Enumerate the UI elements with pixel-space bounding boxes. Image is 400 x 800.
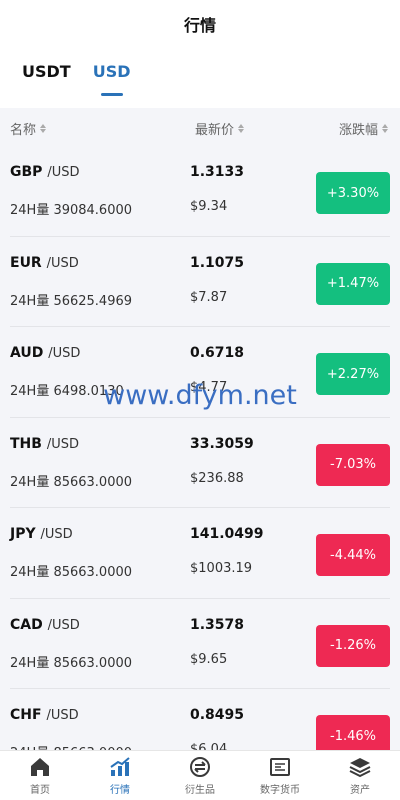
pair-price: 0.6718	[190, 345, 245, 361]
pair-volume: 24H量 6498.0130	[10, 384, 124, 399]
sort-latest-price[interactable]: 最新价	[195, 119, 245, 138]
sort-icon	[382, 124, 388, 133]
nav-crypto-label: 数字货币	[260, 785, 300, 796]
market-tabs: USDT USD	[22, 62, 131, 98]
pair-price: 0.8495	[190, 707, 245, 723]
pair-price: 141.0499	[190, 526, 264, 542]
sort-icon	[40, 124, 47, 133]
nav-home[interactable]: 首页	[0, 751, 80, 800]
tab-usdt[interactable]: USDT	[22, 62, 71, 96]
pair-symbol: CHF /USD	[10, 707, 79, 723]
pair-usd-value: $1003.19	[190, 561, 253, 576]
sort-change[interactable]: 涨跌幅	[339, 119, 388, 138]
pair-volume: 24H量 85663.0000	[10, 742, 132, 750]
nav-derivatives[interactable]: 衍生品	[160, 751, 240, 800]
pair-usd-value: $4.77	[190, 380, 228, 395]
page-title: 行情	[183, 16, 216, 35]
pair-usd-value: $7.87	[190, 289, 228, 305]
market-row[interactable]: AUD /USD 24H量 6498.0130 0.6718 $4.77 +2.…	[10, 327, 390, 418]
market-row[interactable]: CHF /USD 24H量 85663.0000 0.8495 $6.04 -1…	[10, 689, 390, 750]
nav-assets-label: 资产	[350, 785, 370, 796]
assets-icon	[349, 758, 371, 778]
column-change-label: 涨跌幅	[338, 123, 378, 138]
pair-usd-value: $6.04	[190, 742, 228, 750]
change-badge[interactable]: -4.44%	[316, 534, 390, 576]
derivative-icon	[190, 757, 210, 777]
market-row[interactable]: EUR /USD 24H量 56625.4969 1.1075 $7.87 +1…	[10, 237, 390, 327]
nav-assets[interactable]: 资产	[320, 751, 400, 800]
change-badge[interactable]: +1.47%	[316, 262, 390, 305]
column-header: 名称 最新价 涨跌幅	[0, 108, 400, 146]
home-icon	[31, 758, 49, 776]
market-row[interactable]: THB /USD 24H量 85663.0000 33.3059 $236.88…	[10, 418, 390, 508]
pair-symbol: AUD /USD	[10, 345, 81, 361]
pair-price: 33.3059	[190, 435, 254, 452]
header: 行情 USDT USD	[0, 0, 400, 108]
nav-home-label: 首页	[30, 785, 50, 796]
column-price-label: 最新价	[195, 123, 235, 138]
change-badge[interactable]: -1.46%	[316, 715, 390, 750]
market-row[interactable]: CAD /USD 24H量 85663.0000 1.3578 $9.65 -1…	[10, 599, 390, 689]
market-row[interactable]: GBP /USD 24H量 39084.6000 1.3133 $9.34 +3…	[10, 146, 390, 237]
pair-volume: 24H量 39084.6000	[10, 203, 133, 218]
chart-icon	[110, 757, 130, 776]
change-badge[interactable]: +3.30%	[316, 172, 390, 214]
pair-symbol: EUR /USD	[10, 254, 79, 271]
change-badge[interactable]: +2.27%	[316, 353, 390, 395]
market-row[interactable]: JPY /USD 24H量 85663.0000 141.0499 $1003.…	[10, 508, 390, 599]
pair-symbol: THB /USD	[10, 435, 79, 452]
nav-crypto[interactable]: 数字货币	[240, 751, 320, 800]
change-badge[interactable]: -1.26%	[316, 624, 390, 667]
pair-usd-value: $9.34	[190, 199, 228, 214]
pair-price: 1.3578	[190, 616, 245, 633]
crypto-icon	[270, 758, 290, 776]
pair-volume: 24H量 85663.0000	[10, 474, 133, 490]
pair-symbol: JPY /USD	[10, 526, 73, 542]
nav-derivatives-label: 衍生品	[185, 785, 215, 796]
pair-volume: 24H量 56625.4969	[10, 293, 133, 309]
nav-market-label: 行情	[110, 785, 130, 796]
sort-icon	[238, 124, 245, 133]
pair-usd-value: $9.65	[190, 651, 228, 667]
pair-usd-value: $236.88	[190, 470, 244, 486]
pair-volume: 24H量 85663.0000	[10, 655, 133, 671]
bottom-nav: 首页 行情 衍生品 数字货币 资产	[0, 750, 400, 800]
pair-price: 1.1075	[190, 254, 245, 271]
pair-volume: 24H量 85663.0000	[10, 565, 133, 580]
pair-symbol: GBP /USD	[10, 164, 80, 180]
market-list[interactable]: GBP /USD 24H量 39084.6000 1.3133 $9.34 +3…	[0, 146, 400, 750]
sort-name[interactable]: 名称	[10, 119, 47, 138]
tab-usd[interactable]: USD	[93, 62, 131, 96]
column-name-label: 名称	[10, 123, 37, 138]
change-badge[interactable]: -7.03%	[316, 443, 390, 486]
pair-symbol: CAD /USD	[10, 616, 80, 633]
nav-market[interactable]: 行情	[80, 751, 160, 800]
pair-price: 1.3133	[190, 164, 245, 180]
